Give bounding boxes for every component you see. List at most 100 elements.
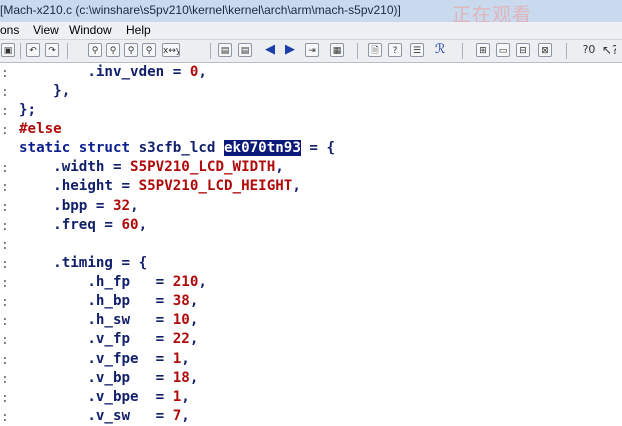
code-token: , <box>138 217 148 233</box>
code-text: .h_bp = 38, <box>19 293 198 309</box>
menu-view[interactable]: View <box>33 23 59 37</box>
toolbar-separator <box>210 43 211 59</box>
bookmark-next-icon[interactable]: ▤ <box>238 43 252 57</box>
paint-icon[interactable]: ℛ <box>433 43 447 57</box>
menu-bar: ons View Window Help <box>0 22 622 40</box>
book-icon[interactable]: ☰ <box>410 43 424 57</box>
code-line[interactable]: : }, <box>0 82 622 101</box>
code-text: .v_bpe = 1, <box>19 389 190 405</box>
find-prev-icon[interactable]: ⚲ <box>124 43 138 57</box>
code-token: , <box>189 293 199 309</box>
code-token: S5PV210_LCD_HEIGHT <box>138 178 293 194</box>
line-marker: : <box>1 200 9 215</box>
jump-icon[interactable]: ⇥ <box>305 43 319 57</box>
code-token: .h_bp = <box>19 293 173 309</box>
code-line[interactable]: : .timing = { <box>0 254 622 273</box>
code-token: 32 <box>112 198 131 214</box>
code-token: 18 <box>172 370 190 386</box>
help-icon[interactable]: ?0 <box>582 43 596 57</box>
menu-window[interactable]: Window <box>69 23 112 37</box>
menu-help[interactable]: Help <box>126 23 151 37</box>
code-line[interactable]: : .v_bpe = 1, <box>0 388 622 407</box>
code-text: }; <box>19 102 36 118</box>
line-marker: : <box>1 295 9 310</box>
code-token: s3cfb_lcd <box>138 140 225 156</box>
code-token: .v_bpe = <box>19 389 173 405</box>
code-line[interactable]: : .v_bp = 18, <box>0 369 622 388</box>
code-token: .freq = <box>19 217 122 233</box>
code-token: }; <box>19 102 37 118</box>
code-line[interactable]: : .width = S5PV210_LCD_WIDTH, <box>0 158 622 177</box>
code-token: , <box>181 389 190 405</box>
line-marker: : <box>1 314 9 329</box>
code-token: 7 <box>172 408 182 424</box>
code-token: , <box>198 64 207 80</box>
code-line[interactable]: : .v_sw = 7, <box>0 407 622 426</box>
code-token: , <box>181 408 190 424</box>
code-token: , <box>130 198 139 214</box>
code-line[interactable]: : <box>0 235 622 254</box>
code-line[interactable]: : .v_fpe = 1, <box>0 350 622 369</box>
code-line[interactable]: :}; <box>0 101 622 120</box>
code-token: .v_bp = <box>19 370 173 386</box>
code-text: .freq = 60, <box>19 217 147 233</box>
line-marker: : <box>1 333 9 348</box>
code-text: .bpp = 32, <box>19 198 139 214</box>
file-icon[interactable]: 🗎 <box>368 43 382 57</box>
code-token: = { <box>300 140 336 156</box>
find-next-icon[interactable]: ⚲ <box>106 43 120 57</box>
bookmark-icon[interactable]: ▤ <box>218 43 232 57</box>
code-editor[interactable]: : .inv_vden = 0,: },:};: #else static stru… <box>0 63 622 426</box>
toolbar-separator <box>566 43 567 59</box>
window-title: [Mach-x210.c (c:\winshare\s5pv210\kernel… <box>0 3 401 17</box>
code-token: , <box>181 351 190 367</box>
window-icon[interactable]: ▭ <box>496 43 510 57</box>
menu-options[interactable]: ons <box>0 23 19 37</box>
code-token: }, <box>19 83 71 99</box>
code-line[interactable]: : .h_bp = 38, <box>0 292 622 311</box>
line-marker: : <box>1 238 9 253</box>
arrow-left-icon[interactable]: ◀ <box>263 43 277 57</box>
arrow-right-icon[interactable]: ▶ <box>283 43 297 57</box>
code-line[interactable]: : .h_sw = 10, <box>0 311 622 330</box>
code-text: .v_bp = 18, <box>19 370 198 386</box>
window-tile-icon[interactable]: ⊞ <box>476 43 490 57</box>
pointer-icon[interactable]: ↖? <box>602 43 616 57</box>
line-marker: : <box>1 219 9 234</box>
window-split-icon[interactable]: ⊟ <box>516 43 530 57</box>
selected-token: ek070tn93 <box>224 140 301 156</box>
code-text: .h_fp = 210, <box>19 274 207 290</box>
code-token: .inv_vden = <box>19 64 190 80</box>
code-text: .v_fp = 22, <box>19 331 198 347</box>
code-line[interactable]: : .h_fp = 210, <box>0 273 622 292</box>
line-marker: : <box>1 66 9 81</box>
toolbar-separator <box>357 43 358 59</box>
code-token: , <box>189 331 199 347</box>
redo-icon[interactable]: ↷ <box>45 43 59 57</box>
code-token: .bpp = <box>19 198 113 214</box>
find-all-icon[interactable]: ⚲ <box>142 43 156 57</box>
code-line[interactable]: : .v_fp = 22, <box>0 330 622 349</box>
open-icon[interactable]: ▣ <box>1 43 15 57</box>
symbol-icon[interactable]: ▦ <box>330 43 344 57</box>
code-token: .v_fpe = <box>19 351 173 367</box>
code-line[interactable]: : #else <box>0 120 622 139</box>
undo-icon[interactable]: ↶ <box>26 43 40 57</box>
find-file-icon[interactable]: ? <box>388 43 402 57</box>
code-line[interactable]: : .height = S5PV210_LCD_HEIGHT, <box>0 177 622 196</box>
code-line[interactable]: : .inv_vden = 0, <box>0 63 622 82</box>
code-line[interactable]: : .bpp = 32, <box>0 197 622 216</box>
code-line[interactable]: : .freq = 60, <box>0 216 622 235</box>
window-close-icon[interactable]: ⊠ <box>538 43 552 57</box>
code-line[interactable]: static struct s3cfb_lcd ek070tn93 = { <box>0 139 622 158</box>
line-marker: : <box>1 257 9 272</box>
line-marker: : <box>1 161 9 176</box>
code-text: .v_sw = 7, <box>19 408 190 424</box>
toolbar-separator <box>67 43 68 59</box>
code-token: , <box>275 159 284 175</box>
code-text: #else <box>19 121 62 137</box>
code-token: S5PV210_LCD_WIDTH <box>130 159 276 175</box>
binoculars-icon[interactable]: ⚲ <box>88 43 102 57</box>
replace-icon[interactable]: x↔y <box>162 43 180 57</box>
line-marker: : <box>1 123 9 138</box>
